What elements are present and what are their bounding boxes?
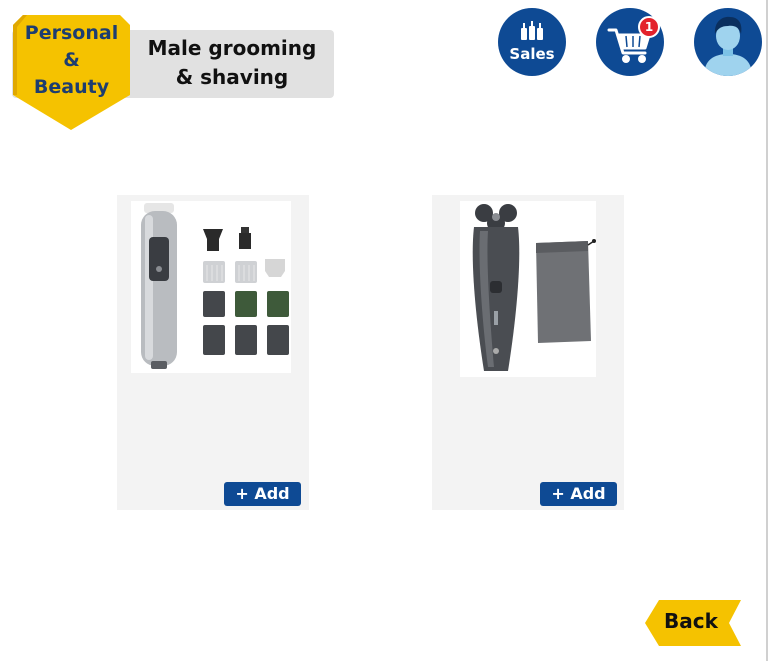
product-card-trimmer[interactable]: + Add xyxy=(117,195,309,510)
subcategory-title: Male grooming & shaving xyxy=(134,34,330,92)
category-line-3: Beauty xyxy=(33,76,110,98)
category-line-2: & xyxy=(63,49,80,71)
product-image-shaver[interactable] xyxy=(460,201,596,377)
multigroom-trimmer-kit-image xyxy=(141,203,289,369)
add-button-trimmer[interactable]: + Add xyxy=(224,482,301,506)
product-image-trimmer[interactable] xyxy=(131,201,291,373)
sales-button[interactable]: Sales xyxy=(498,8,566,76)
category-label: Personal & Beauty xyxy=(13,20,130,101)
electric-shaver-with-pouch-image xyxy=(472,204,596,371)
right-edge-divider xyxy=(766,0,768,661)
cart-button[interactable]: 1 xyxy=(596,8,664,76)
back-button[interactable]: Back xyxy=(645,598,743,648)
profile-button[interactable] xyxy=(694,8,762,76)
back-label: Back xyxy=(664,609,718,633)
sales-label: Sales xyxy=(509,45,555,63)
category-line-1: Personal xyxy=(24,22,119,44)
subcategory-line-1: Male grooming xyxy=(147,36,317,60)
user-avatar-icon xyxy=(704,16,752,76)
product-card-shaver[interactable]: + Add xyxy=(432,195,624,510)
add-button-shaver[interactable]: + Add xyxy=(540,482,617,506)
sales-bottles-icon xyxy=(521,21,543,40)
cart-count-badge: 1 xyxy=(638,16,660,38)
subcategory-line-2: & shaving xyxy=(175,65,289,89)
